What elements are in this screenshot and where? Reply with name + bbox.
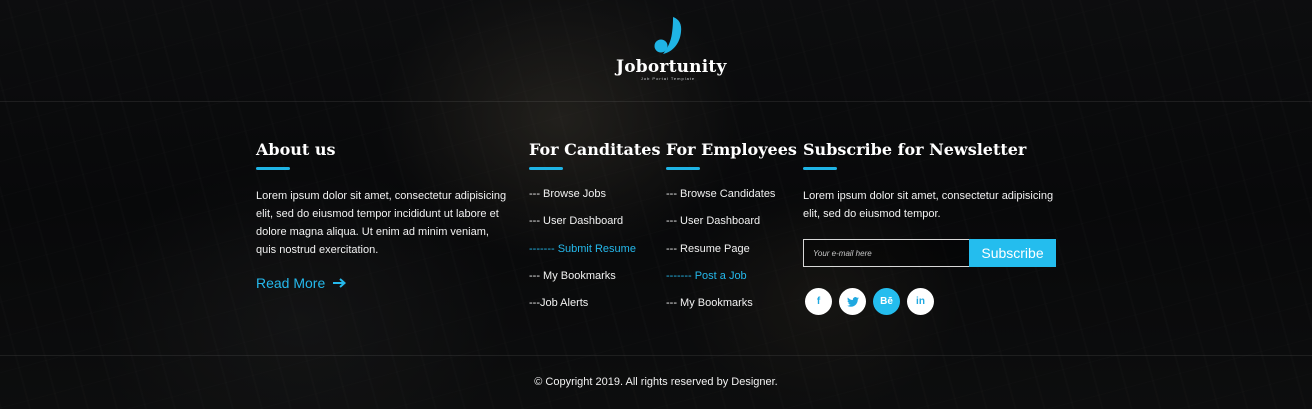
newsletter-text: Lorem ipsum dolor sit amet, consectetur …	[803, 190, 1054, 220]
subscribe-button[interactable]: Subscribe	[969, 239, 1056, 267]
top-divider	[0, 101, 1312, 102]
link-browse-candidates[interactable]: --- Browse Candidates	[666, 187, 791, 201]
link-resume-page[interactable]: --- Resume Page	[666, 242, 791, 256]
email-input[interactable]	[803, 239, 969, 267]
subscribe-form: Subscribe	[803, 239, 1056, 267]
facebook-icon[interactable]: f	[805, 288, 832, 315]
brand-logo[interactable]: Jobortunity Job Portal Template	[616, 16, 727, 84]
behance-glyph: Bē	[880, 296, 893, 307]
heading-underline	[256, 167, 290, 170]
copyright-text: © Copyright 2019. All rights reserved by…	[534, 376, 778, 388]
brand-name: Jobortunity	[616, 57, 727, 77]
candidates-section: For Canditates --- Browse Jobs --- User …	[529, 140, 661, 323]
twitter-glyph	[846, 296, 859, 307]
social-links: f Bē in	[805, 288, 1063, 315]
link-user-dashboard[interactable]: --- User Dashboard	[666, 214, 791, 228]
newsletter-section: Subscribe for Newsletter Lorem ipsum dol…	[803, 140, 1063, 315]
heading-underline	[529, 167, 563, 170]
bottom-divider	[0, 355, 1312, 356]
link-user-dashboard[interactable]: --- User Dashboard	[529, 214, 654, 228]
linkedin-icon[interactable]: in	[907, 288, 934, 315]
employees-section: For Employees --- Browse Candidates --- …	[666, 140, 797, 323]
twitter-icon[interactable]	[839, 288, 866, 315]
candidates-links: --- Browse Jobs --- User Dashboard -----…	[529, 187, 654, 310]
facebook-glyph: f	[816, 296, 821, 307]
logo-mark-icon	[654, 17, 682, 54]
about-text: Lorem ipsum dolor sit amet, consectetur …	[256, 190, 507, 256]
arrow-right-icon	[333, 278, 347, 288]
read-more-link[interactable]: Read More	[256, 275, 347, 291]
employees-links: --- Browse Candidates --- User Dashboard…	[666, 187, 791, 310]
heading-underline	[803, 167, 837, 170]
linkedin-glyph: in	[916, 296, 925, 307]
newsletter-heading: Subscribe for Newsletter	[803, 140, 1027, 159]
link-my-bookmarks[interactable]: --- My Bookmarks	[666, 296, 791, 310]
about-section: About us Lorem ipsum dolor sit amet, con…	[256, 140, 510, 293]
heading-underline	[666, 167, 700, 170]
employees-heading: For Employees	[666, 140, 797, 159]
candidates-heading: For Canditates	[529, 140, 661, 159]
link-job-alerts[interactable]: ---Job Alerts	[529, 296, 654, 310]
behance-icon[interactable]: Bē	[873, 288, 900, 315]
link-submit-resume[interactable]: ------- Submit Resume	[529, 242, 654, 256]
about-heading: About us	[256, 140, 336, 159]
link-my-bookmarks[interactable]: --- My Bookmarks	[529, 269, 654, 283]
read-more-label: Read More	[256, 275, 326, 291]
link-browse-jobs[interactable]: --- Browse Jobs	[529, 187, 654, 201]
link-post-a-job[interactable]: ------- Post a Job	[666, 269, 791, 283]
